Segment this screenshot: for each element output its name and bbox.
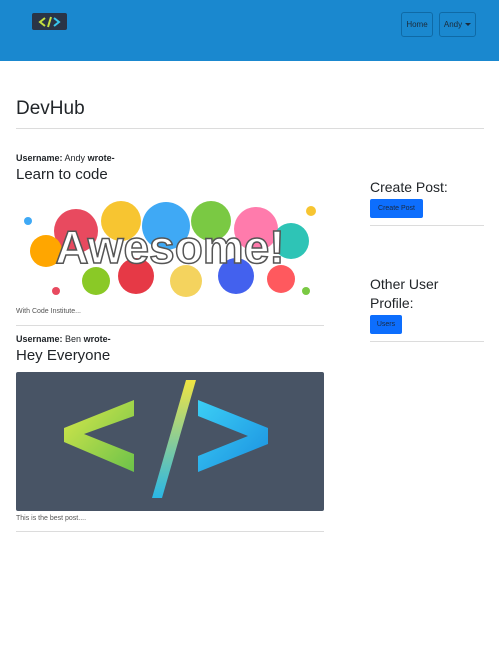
title-divider: [16, 128, 484, 129]
post-author[interactable]: Ben: [65, 334, 81, 344]
post-card: Username: Ben wrote- Hey Everyone This i…: [16, 334, 324, 532]
post-divider: [16, 531, 324, 532]
create-post-panel: Create Post: Create Post: [370, 178, 484, 226]
post-title[interactable]: Hey Everyone: [16, 347, 324, 364]
home-button-label: Home: [406, 20, 428, 29]
post-image-code[interactable]: [16, 372, 324, 511]
home-button[interactable]: Home: [401, 12, 433, 37]
post-card: Username: Andy wrote- Learn to code Awes…: [16, 153, 324, 326]
navbar: Home Andy: [0, 0, 499, 61]
post-byline: Username: Ben wrote-: [16, 334, 324, 344]
create-post-heading: Create Post:: [370, 179, 448, 195]
post-author[interactable]: Andy: [65, 153, 86, 163]
username-label: Username:: [16, 153, 63, 163]
awesome-image-text: Awesome!: [55, 221, 284, 273]
user-profile-panel: Other User Profile: Users: [370, 275, 484, 342]
post-title[interactable]: Learn to code: [16, 166, 324, 183]
post-divider: [16, 325, 324, 326]
user-dropdown-label: Andy: [443, 20, 463, 29]
code-brackets-icon: [64, 380, 268, 498]
user-profile-heading: Other User Profile:: [370, 276, 439, 311]
post-byline: Username: Andy wrote-: [16, 153, 324, 163]
wrote-label: wrote-: [87, 153, 115, 163]
brand-logo[interactable]: [32, 13, 67, 30]
post-caption: This is the best post....: [16, 515, 87, 522]
post-caption: With Code Institute...: [16, 308, 81, 315]
create-post-divider: [370, 225, 484, 226]
wrote-label: wrote-: [83, 334, 111, 344]
user-profile-divider: [370, 341, 484, 342]
caret-down-icon: [465, 23, 472, 26]
code-logo-icon: [38, 16, 61, 27]
username-label: Username:: [16, 334, 63, 344]
post-image-awesome[interactable]: Awesome!: [16, 191, 324, 305]
users-button[interactable]: Users: [370, 315, 402, 334]
create-post-button[interactable]: Create Post: [370, 199, 423, 218]
user-dropdown-button[interactable]: Andy: [439, 12, 476, 37]
page-title: DevHub: [16, 98, 85, 119]
